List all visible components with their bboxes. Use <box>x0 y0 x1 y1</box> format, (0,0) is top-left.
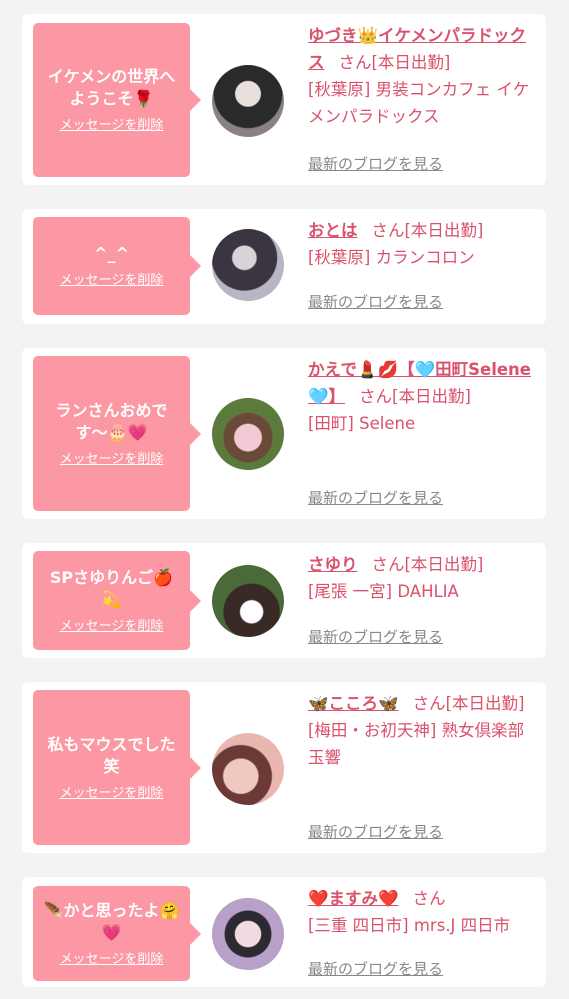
cast-status: さん <box>412 889 446 908</box>
shop-name: [三重 四日市] mrs.J 四日市 <box>308 916 511 935</box>
message-card: 🪶かと思ったよ🤗💗 メッセージを削除 ❤️ますみ❤️ さん [三重 四日市] mr… <box>22 877 546 987</box>
cast-info: かえで💄💋【🩵田町Selene🩵】 さん[本日出勤] [田町] Selene <box>308 356 538 437</box>
cast-status: さん[本日出勤] <box>338 53 451 72</box>
cast-name-line: さゆり さん[本日出勤] <box>308 551 538 578</box>
avatar[interactable] <box>212 398 284 470</box>
message-card: ^_^ メッセージを削除 おとは さん[本日出勤] [秋葉原] カランコロン 最新… <box>22 209 546 324</box>
message-bubble: SPさゆりんご🍎💫 メッセージを削除 <box>33 551 201 650</box>
cast-info: おとは さん[本日出勤] [秋葉原] カランコロン <box>308 217 538 271</box>
delete-message-link[interactable]: メッセージを削除 <box>60 118 164 134</box>
avatar[interactable] <box>212 229 284 301</box>
shop-name: [秋葉原] カランコロン <box>308 248 475 267</box>
shop-name: [梅田・お初天神] 熟女倶楽部 玉響 <box>308 721 525 767</box>
message-text: イケメンの世界へようこそ🌹 <box>47 67 176 108</box>
cast-name-link[interactable]: おとは <box>308 221 358 240</box>
delete-message-link[interactable]: メッセージを削除 <box>60 273 164 289</box>
message-bubble: イケメンの世界へようこそ🌹 メッセージを削除 <box>33 23 201 177</box>
latest-blog-link[interactable]: 最新のブログを見る <box>308 821 443 842</box>
avatar[interactable] <box>212 65 284 137</box>
message-bubble: ^_^ メッセージを削除 <box>33 217 201 315</box>
cast-name-link[interactable]: 🦋こころ🦋 <box>308 694 399 713</box>
delete-message-link[interactable]: メッセージを削除 <box>60 619 164 635</box>
cast-info: 🦋こころ🦋 さん[本日出勤] [梅田・お初天神] 熟女倶楽部 玉響 <box>308 690 538 771</box>
delete-message-link[interactable]: メッセージを削除 <box>60 452 164 468</box>
cast-name-line: 🦋こころ🦋 さん[本日出勤] <box>308 690 538 717</box>
cast-name-line: おとは さん[本日出勤] <box>308 217 538 244</box>
cast-status: さん[本日出勤] <box>412 694 525 713</box>
cast-info: さゆり さん[本日出勤] [尾張 一宮] DAHLIA <box>308 551 538 605</box>
shop-name: [尾張 一宮] DAHLIA <box>308 582 459 601</box>
cast-status: さん[本日出勤] <box>359 387 471 406</box>
message-bubble: 私もマウスでした笑 メッセージを削除 <box>33 690 201 845</box>
shop-name: [秋葉原] 男装コンカフェ イケメンパラドックス <box>308 80 530 126</box>
message-card: SPさゆりんご🍎💫 メッセージを削除 さゆり さん[本日出勤] [尾張 一宮] D… <box>22 543 546 658</box>
message-text: 私もマウスでした笑 <box>47 734 176 776</box>
message-text: ランさんおめです〜🎂💗 <box>55 400 168 442</box>
delete-message-link[interactable]: メッセージを削除 <box>60 952 164 968</box>
latest-blog-link[interactable]: 最新のブログを見る <box>308 626 443 647</box>
message-list: イケメンの世界へようこそ🌹 メッセージを削除 ゆづき👑イケメンパラドックス さん[… <box>0 0 569 999</box>
shop-name: [田町] Selene <box>308 414 416 433</box>
latest-blog-link[interactable]: 最新のブログを見る <box>308 153 443 174</box>
cast-name-line: ❤️ますみ❤️ さん <box>308 885 538 912</box>
cast-info: ❤️ますみ❤️ さん [三重 四日市] mrs.J 四日市 <box>308 885 538 939</box>
latest-blog-link[interactable]: 最新のブログを見る <box>308 291 443 312</box>
message-bubble: ランさんおめです〜🎂💗 メッセージを削除 <box>33 356 201 511</box>
avatar[interactable] <box>212 565 284 637</box>
delete-message-link[interactable]: メッセージを削除 <box>60 786 164 802</box>
cast-status: さん[本日出勤] <box>371 555 484 574</box>
latest-blog-link[interactable]: 最新のブログを見る <box>308 958 443 979</box>
cast-name-link[interactable]: ❤️ますみ❤️ <box>308 889 399 908</box>
cast-name-link[interactable]: さゆり <box>308 555 358 574</box>
avatar[interactable] <box>212 898 284 970</box>
cast-status: さん[本日出勤] <box>371 221 484 240</box>
message-bubble: 🪶かと思ったよ🤗💗 メッセージを削除 <box>33 886 201 981</box>
cast-name-line: かえで💄💋【🩵田町Selene🩵】 さん[本日出勤] <box>308 356 538 410</box>
cast-name-line: ゆづき👑イケメンパラドックス さん[本日出勤] <box>308 22 538 76</box>
message-text: SPさゆりんご🍎💫 <box>49 567 174 609</box>
latest-blog-link[interactable]: 最新のブログを見る <box>308 487 443 508</box>
message-text: 🪶かと思ったよ🤗💗 <box>43 900 180 942</box>
message-card: イケメンの世界へようこそ🌹 メッセージを削除 ゆづき👑イケメンパラドックス さん[… <box>22 14 546 185</box>
message-card: 私もマウスでした笑 メッセージを削除 🦋こころ🦋 さん[本日出勤] [梅田・お初天… <box>22 682 546 853</box>
message-text: ^_^ <box>94 244 129 263</box>
cast-info: ゆづき👑イケメンパラドックス さん[本日出勤] [秋葉原] 男装コンカフェ イケメ… <box>308 22 538 130</box>
avatar[interactable] <box>212 733 284 805</box>
message-card: ランさんおめです〜🎂💗 メッセージを削除 かえで💄💋【🩵田町Selene🩵】 さん… <box>22 348 546 519</box>
